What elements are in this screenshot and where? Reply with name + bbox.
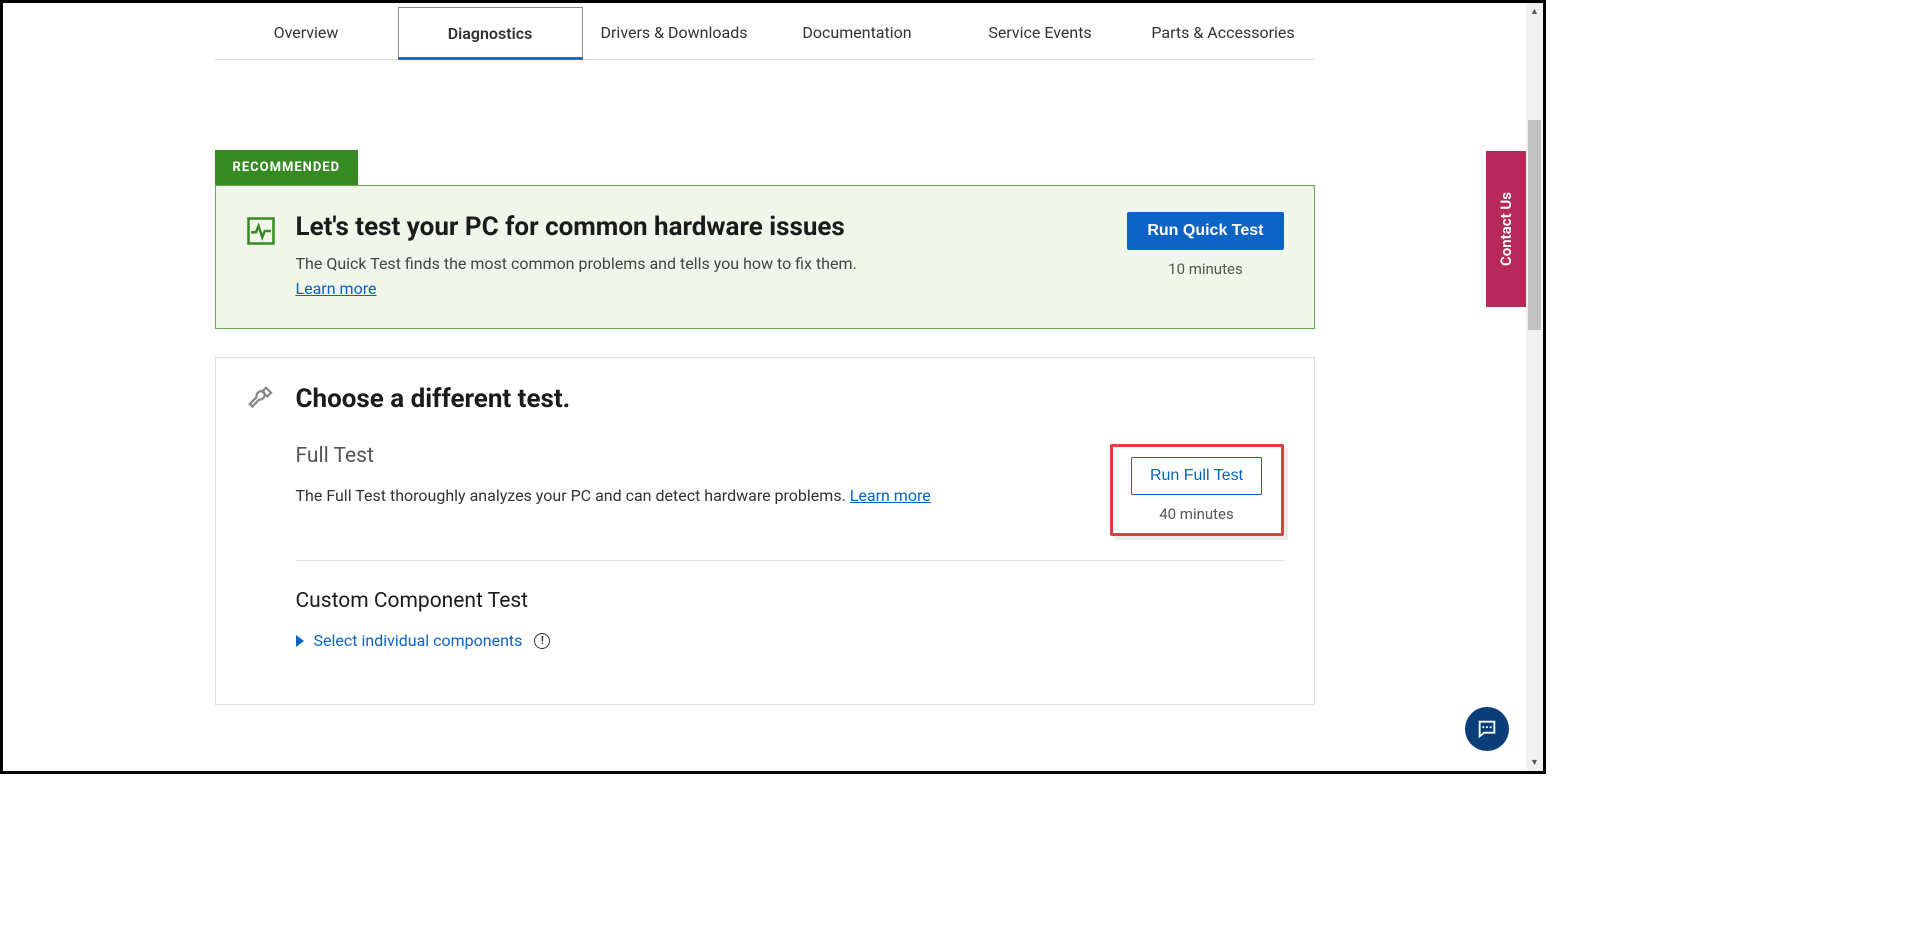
select-components-label: Select individual components <box>314 631 523 650</box>
tab-overview[interactable]: Overview <box>215 7 398 59</box>
tab-diagnostics[interactable]: Diagnostics <box>398 7 583 60</box>
app-frame: ▲ ▼ Contact Us Overview Diagnostics Driv… <box>0 0 1546 774</box>
tab-parts-label: Parts & Accessories <box>1151 23 1294 42</box>
caret-right-icon <box>296 635 304 647</box>
full-test-block: Full Test The Full Test thoroughly analy… <box>296 444 1284 561</box>
scrollbar-thumb[interactable] <box>1528 120 1541 330</box>
choose-test-card: Choose a different test. Full Test The F… <box>215 357 1315 705</box>
run-quick-test-button[interactable]: Run Quick Test <box>1127 212 1283 250</box>
vertical-scrollbar[interactable]: ▲ ▼ <box>1526 3 1543 771</box>
tab-parts[interactable]: Parts & Accessories <box>1132 7 1315 59</box>
tools-icon <box>246 384 276 414</box>
info-icon[interactable]: ! <box>534 633 550 649</box>
recommended-badge: RECOMMENDED <box>215 150 359 185</box>
choose-test-title: Choose a different test. <box>296 384 571 414</box>
tab-overview-label: Overview <box>274 23 339 42</box>
contact-us-side-tab[interactable]: Contact Us <box>1486 151 1526 307</box>
scrollbar-track[interactable] <box>1526 20 1543 754</box>
scrollbar-down-arrow[interactable]: ▼ <box>1526 754 1543 771</box>
tab-service-events-label: Service Events <box>988 23 1091 42</box>
quick-test-desc: The Quick Test finds the most common pro… <box>296 254 1108 273</box>
custom-test-heading: Custom Component Test <box>296 589 1284 613</box>
select-components-toggle[interactable]: Select individual components ! <box>296 631 1284 650</box>
heartbeat-icon <box>246 216 276 246</box>
tab-drivers-label: Drivers & Downloads <box>601 23 748 42</box>
full-test-callout: Run Full Test 40 minutes <box>1110 444 1284 536</box>
main-tabs: Overview Diagnostics Drivers & Downloads… <box>215 7 1315 60</box>
tab-service-events[interactable]: Service Events <box>949 7 1132 59</box>
quick-test-title: Let's test your PC for common hardware i… <box>296 212 1108 242</box>
full-test-desc-text: The Full Test thoroughly analyzes your P… <box>296 486 850 505</box>
chat-fab[interactable] <box>1465 707 1509 751</box>
page-content: Overview Diagnostics Drivers & Downloads… <box>3 3 1526 771</box>
chat-icon <box>1476 718 1498 740</box>
quick-test-card: Let's test your PC for common hardware i… <box>215 185 1315 329</box>
tab-diagnostics-label: Diagnostics <box>448 24 533 43</box>
tab-documentation-label: Documentation <box>802 23 911 42</box>
run-full-test-button[interactable]: Run Full Test <box>1131 457 1262 495</box>
quick-test-duration: 10 minutes <box>1168 260 1243 278</box>
full-test-heading: Full Test <box>296 444 931 468</box>
full-test-duration: 40 minutes <box>1159 505 1234 523</box>
full-test-learn-more-link[interactable]: Learn more <box>850 486 931 505</box>
tab-documentation[interactable]: Documentation <box>766 7 949 59</box>
custom-test-block: Custom Component Test Select individual … <box>296 589 1284 674</box>
full-test-desc: The Full Test thoroughly analyzes your P… <box>296 486 931 505</box>
recommended-badge-label: RECOMMENDED <box>233 160 341 175</box>
quick-test-learn-more-link[interactable]: Learn more <box>296 279 377 298</box>
tab-drivers[interactable]: Drivers & Downloads <box>583 7 766 59</box>
scrollbar-up-arrow[interactable]: ▲ <box>1526 3 1543 20</box>
contact-us-label: Contact Us <box>1497 192 1515 266</box>
